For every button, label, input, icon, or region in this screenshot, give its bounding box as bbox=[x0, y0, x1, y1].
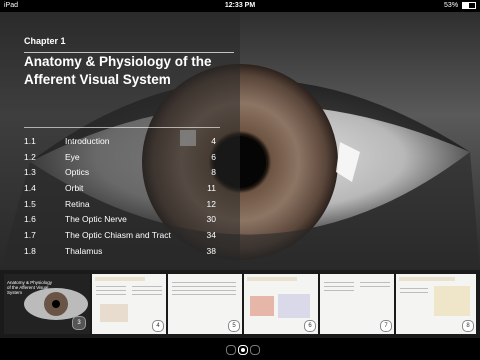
battery-percent: 53% bbox=[444, 2, 459, 9]
text-line bbox=[96, 286, 126, 287]
toc-item-title: Introduction bbox=[65, 136, 110, 146]
text-line bbox=[172, 282, 236, 283]
status-bar: iPad 12:33 PM 53% bbox=[0, 0, 480, 12]
text-line bbox=[132, 290, 162, 291]
battery-icon bbox=[462, 1, 476, 9]
toc-item-title: Optics bbox=[65, 167, 90, 178]
page-dot-active[interactable] bbox=[238, 345, 248, 355]
toc-item-number: 1.7 bbox=[24, 230, 36, 241]
page-thumbnail[interactable]: Anatomy & Physiology of the Afferent Vis… bbox=[4, 274, 90, 334]
thumbnail-page-number: 6 bbox=[304, 320, 316, 332]
page-thumbnail[interactable]: 5 bbox=[168, 274, 242, 334]
page-thumbnail[interactable]: 8 bbox=[396, 274, 476, 334]
thumbnail-page-number: 5 bbox=[228, 320, 240, 332]
thumbnail-header bbox=[399, 277, 455, 281]
toc-item-retina[interactable]: 1.5 Retina 12 bbox=[24, 197, 220, 213]
page-dot[interactable] bbox=[250, 345, 260, 355]
text-line bbox=[360, 286, 390, 287]
thumbnail-page-number: 3 bbox=[72, 316, 86, 330]
page-thumbnail-strip[interactable]: Anatomy & Physiology of the Afferent Vis… bbox=[0, 270, 480, 338]
text-line bbox=[132, 294, 162, 295]
text-line bbox=[172, 290, 236, 291]
toc-item-title: The Optic Nerve bbox=[65, 214, 127, 225]
toc-item-number: 1.6 bbox=[24, 214, 36, 225]
status-time: 12:33 PM bbox=[224, 2, 256, 9]
page-indicator[interactable] bbox=[0, 338, 480, 360]
text-line bbox=[96, 290, 126, 291]
page-thumbnail[interactable]: 4 bbox=[92, 274, 166, 334]
battery-indicator: 53% bbox=[444, 0, 476, 12]
thumbnail-header bbox=[95, 277, 145, 281]
text-line bbox=[96, 294, 126, 295]
toc-item-thalamus[interactable]: 1.8 Thalamus 38 bbox=[24, 244, 220, 260]
thumbnail-page-number: 7 bbox=[380, 320, 392, 332]
toc-item-title: The Optic Chiasm and Tract bbox=[65, 230, 171, 241]
chapter-title: Anatomy & Physiology of the Afferent Vis… bbox=[24, 52, 234, 89]
thumbnail-page-number: 8 bbox=[462, 320, 474, 332]
page-dot[interactable] bbox=[226, 345, 236, 355]
toc-item-page: 4 bbox=[211, 136, 216, 146]
toc-item-number: 1.5 bbox=[24, 198, 36, 209]
toc-item-orbit[interactable]: 1.4 Orbit 11 bbox=[24, 181, 220, 197]
text-line bbox=[132, 286, 162, 287]
figure-image bbox=[278, 294, 310, 318]
toc-item-title: Retina bbox=[65, 198, 90, 209]
toc-item-number: 1.1 bbox=[24, 136, 36, 146]
toc-item-optics[interactable]: 1.3 Optics 8 bbox=[24, 165, 220, 181]
toc-item-eye[interactable]: 1.2 Eye 6 bbox=[24, 150, 220, 166]
toc-item-page: 34 bbox=[206, 230, 216, 241]
table-of-contents: 1.1 Introduction 4 1.2 Eye 6 1.3 Optics … bbox=[24, 134, 220, 260]
toc-item-introduction[interactable]: 1.1 Introduction 4 bbox=[24, 134, 220, 150]
text-line bbox=[324, 282, 354, 283]
toc-item-title: Thalamus bbox=[65, 245, 103, 256]
text-line bbox=[400, 288, 428, 289]
figure-image bbox=[100, 304, 128, 322]
toc-item-page: 11 bbox=[207, 183, 216, 194]
text-line bbox=[172, 286, 236, 287]
toc-divider bbox=[24, 127, 220, 128]
thumbnail-page-number: 4 bbox=[152, 320, 164, 332]
figure-image bbox=[434, 286, 470, 316]
toc-item-optic-nerve[interactable]: 1.6 The Optic Nerve 30 bbox=[24, 212, 220, 228]
toc-item-optic-chiasm[interactable]: 1.7 The Optic Chiasm and Tract 34 bbox=[24, 228, 220, 244]
toc-item-page: 12 bbox=[206, 198, 216, 209]
toc-item-page: 30 bbox=[206, 214, 216, 225]
toc-item-title: Eye bbox=[65, 151, 80, 162]
toc-item-page: 38 bbox=[206, 245, 216, 256]
toc-item-number: 1.8 bbox=[24, 245, 36, 256]
toc-item-title: Orbit bbox=[65, 183, 84, 194]
toc-item-number: 1.4 bbox=[24, 183, 36, 194]
text-line bbox=[324, 290, 354, 291]
page-thumbnail[interactable]: 7 bbox=[320, 274, 394, 334]
thumbnail-header bbox=[247, 277, 297, 281]
page-thumbnail[interactable]: 6 bbox=[244, 274, 318, 334]
chapter-label: Chapter 1 bbox=[24, 36, 66, 46]
toc-item-page: 6 bbox=[211, 151, 216, 162]
toc-item-number: 1.3 bbox=[24, 167, 36, 178]
text-line bbox=[324, 286, 354, 287]
text-line bbox=[360, 282, 390, 283]
text-line bbox=[400, 292, 428, 293]
toc-item-number: 1.2 bbox=[24, 151, 36, 162]
toc-item-page: 8 bbox=[211, 167, 216, 178]
text-line bbox=[172, 294, 236, 295]
figure-image bbox=[250, 296, 274, 316]
